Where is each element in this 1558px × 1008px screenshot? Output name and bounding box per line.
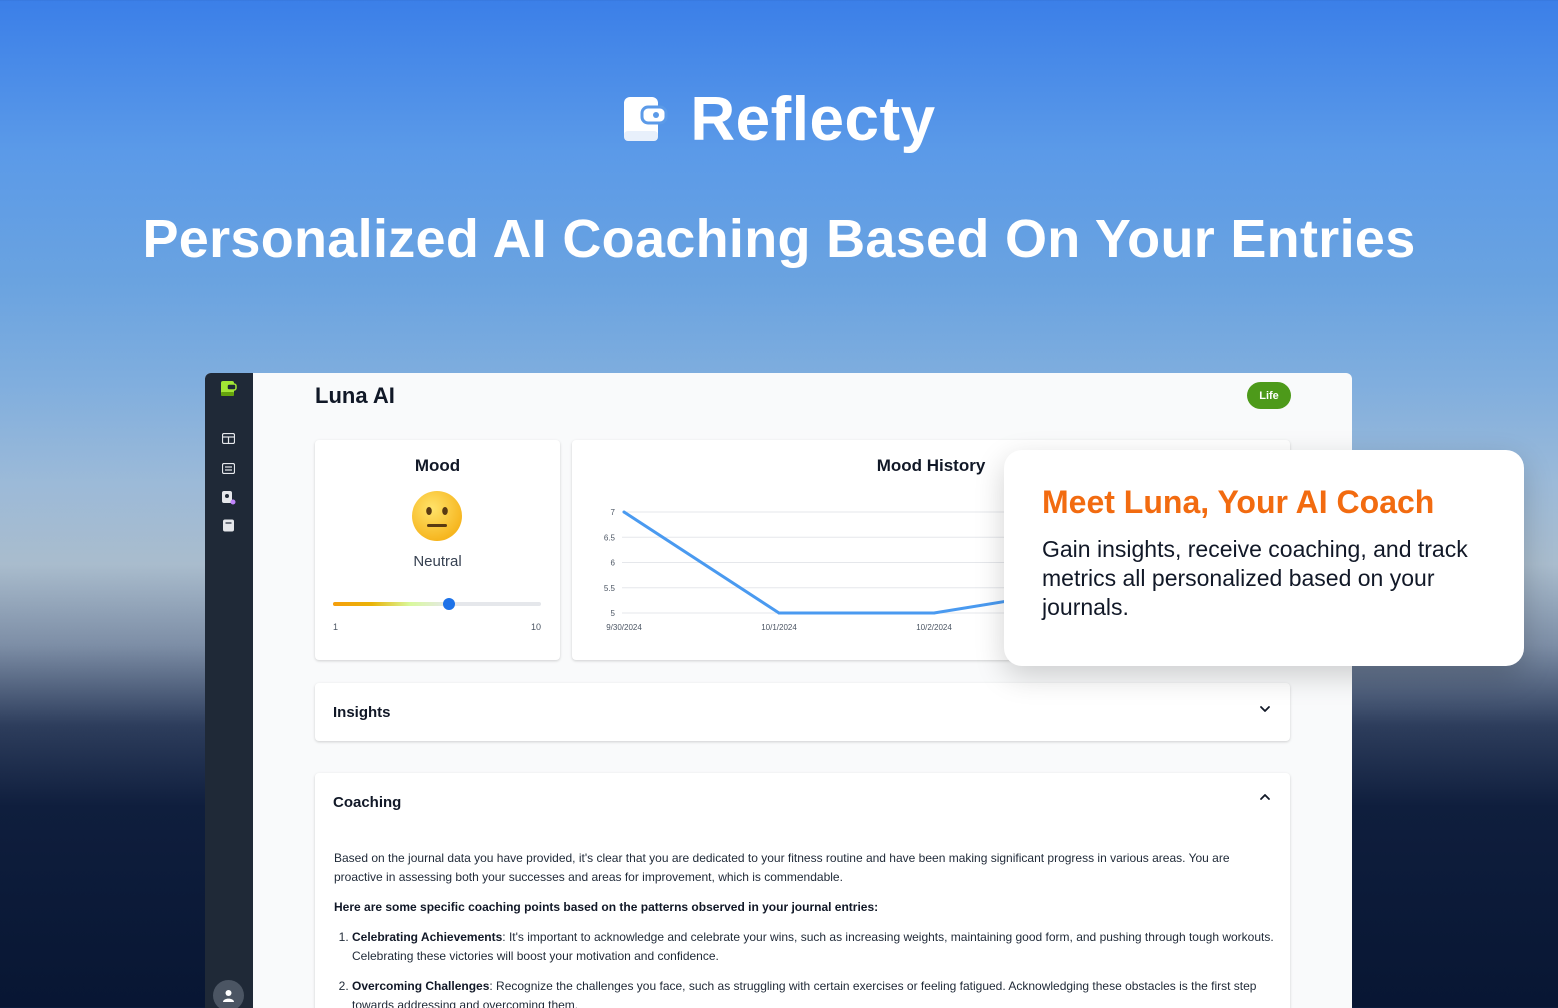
x-tick-label: 9/30/2024: [606, 623, 642, 632]
journal-book-icon: [622, 95, 668, 145]
y-tick-label: 6: [611, 559, 616, 568]
coaching-lead: Here are some specific coaching points b…: [334, 900, 879, 914]
coaching-accordion[interactable]: Coaching Based on the journal data you h…: [315, 773, 1290, 1008]
mood-data-point: [622, 510, 626, 514]
neutral-face-icon: [411, 490, 463, 542]
coaching-points: Celebrating Achievements: It's important…: [334, 928, 1274, 1008]
insights-title: Insights: [333, 704, 391, 721]
page-title: Luna AI: [315, 383, 395, 408]
app-logo-icon[interactable]: [220, 381, 237, 396]
coaching-title: Coaching: [333, 794, 402, 811]
mood-slider-fill: [333, 602, 449, 606]
overlay-text: Gain insights, receive coaching, and tra…: [1042, 536, 1468, 620]
user-avatar[interactable]: [213, 980, 244, 1008]
chevron-up-icon[interactable]: [1258, 790, 1272, 804]
sidebar: [205, 373, 253, 1008]
coaching-point: Overcoming Challenges: Recognize the cha…: [352, 977, 1274, 1008]
journal-icon[interactable]: [220, 518, 237, 533]
mood-label: Neutral: [413, 553, 462, 570]
mood-data-point: [777, 611, 781, 615]
y-tick-label: 7: [611, 508, 616, 517]
mood-slider[interactable]: [333, 598, 541, 610]
mood-data-point: [932, 611, 936, 615]
mood-card: Mood Neutral 1 10: [315, 440, 560, 660]
category-badge[interactable]: Life: [1247, 382, 1291, 409]
coaching-content: Based on the journal data you have provi…: [334, 849, 1274, 1008]
ai-coach-icon[interactable]: [220, 490, 237, 505]
x-tick-label: 10/2/2024: [916, 623, 952, 632]
chevron-down-icon[interactable]: [1258, 702, 1272, 716]
brand-name: Reflecty: [690, 85, 936, 154]
coaching-intro: Based on the journal data you have provi…: [334, 851, 1230, 884]
coaching-point-title: Overcoming Challenges: [352, 979, 490, 993]
headline: Personalized AI Coaching Based On Your E…: [142, 209, 1416, 269]
dashboard-icon[interactable]: [220, 431, 237, 446]
luna-intro-card: Meet Luna, Your AI Coach Gain insights, …: [1004, 450, 1524, 666]
slider-min-label: 1: [333, 622, 339, 632]
list-icon[interactable]: [220, 461, 237, 476]
insights-accordion[interactable]: Insights: [315, 683, 1290, 741]
y-tick-label: 5: [611, 609, 616, 618]
slider-max-label: 10: [531, 622, 542, 632]
mood-title: Mood: [414, 456, 461, 475]
coaching-point-title: Celebrating Achievements: [352, 930, 503, 944]
coaching-point: Celebrating Achievements: It's important…: [352, 928, 1274, 966]
y-tick-label: 5.5: [604, 584, 616, 593]
mood-slider-thumb[interactable]: [442, 598, 455, 610]
brand-header: Reflecty: [0, 84, 1558, 155]
user-icon: [223, 990, 234, 1002]
x-tick-label: 10/1/2024: [761, 623, 797, 632]
y-tick-label: 6.5: [604, 533, 616, 542]
overlay-title: Meet Luna, Your AI Coach: [1042, 484, 1435, 520]
